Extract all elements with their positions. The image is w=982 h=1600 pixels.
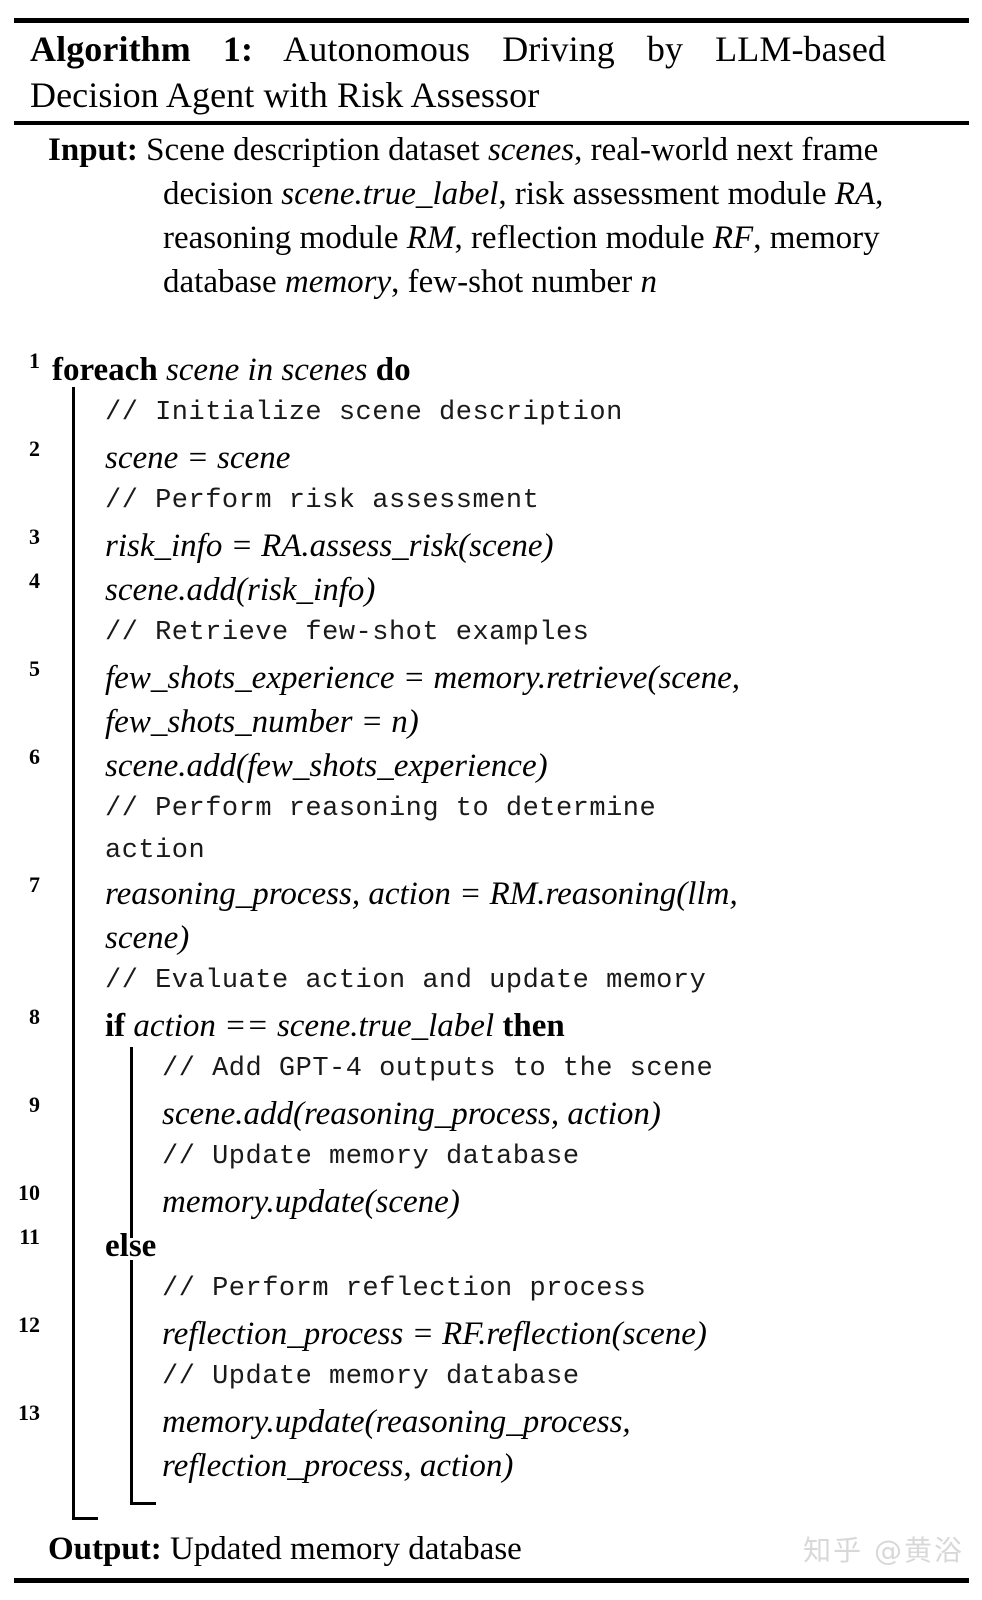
bottom-rule: [14, 1578, 969, 1583]
header-divider-rule: [14, 121, 969, 125]
comment-8: // Perform reflection process: [0, 1268, 982, 1312]
top-rule: [14, 18, 969, 23]
output-block: Output: Updated memory database: [48, 1527, 928, 1571]
line-number: 4: [29, 568, 40, 593]
keyword-else: else: [105, 1228, 157, 1264]
line-number: 3: [29, 524, 40, 549]
line-code: memory.update(reasoning_process,: [162, 1404, 631, 1440]
line-number: 5: [29, 656, 40, 681]
keyword-do: do: [375, 352, 411, 388]
keyword-foreach: foreach: [52, 352, 158, 388]
input-var-scenes: scenes: [487, 132, 575, 168]
line-code: foreach scene in scenes do: [0, 348, 982, 392]
input-var-rf: RF: [712, 220, 754, 256]
line-6: 6 scene.add(few_shots_experience): [0, 744, 982, 788]
line1-mid: scene in scenes: [157, 352, 376, 388]
input-var-n: n: [640, 264, 657, 300]
line-code: scene.add(risk_info): [105, 572, 376, 608]
comment-text: // Update memory database: [162, 1142, 580, 1172]
output-label: Output:: [48, 1531, 162, 1567]
comment-text: // Initialize scene description: [105, 398, 623, 428]
input-var-ra: RA: [834, 176, 876, 212]
line-10: 10 memory.update(scene): [0, 1180, 982, 1224]
line-2: 2 scene = scene: [0, 436, 982, 480]
comment-9: // Update memory database: [0, 1356, 982, 1400]
line8-mid: action == scene.true_label: [125, 1008, 503, 1044]
comment-text: // Add GPT-4 outputs to the scene: [162, 1054, 714, 1084]
line-12: 12 reflection_process = RF.reflection(sc…: [0, 1312, 982, 1356]
line-number: 13: [18, 1400, 40, 1425]
line-11: 11 else: [0, 1224, 982, 1268]
output-text: Updated memory database: [161, 1531, 522, 1567]
line-3: 3 risk_info = RA.assess_risk(scene): [0, 524, 982, 568]
line-13: 13 memory.update(reasoning_process, refl…: [0, 1400, 982, 1488]
input-label: Input:: [48, 132, 138, 168]
algorithm-block: Algorithm 1: Autonomous Driving by LLM-b…: [0, 0, 982, 1600]
line-number: 8: [29, 1004, 40, 1029]
line-number: 7: [29, 872, 40, 897]
input-block: Input: Scene description dataset scenes,…: [48, 128, 982, 304]
comment-text: // Perform reflection process: [162, 1274, 647, 1304]
line-code: reflection_process = RF.reflection(scene…: [162, 1316, 707, 1352]
comment-7: // Update memory database: [0, 1136, 982, 1180]
line-code: risk_info = RA.assess_risk(scene): [105, 528, 554, 564]
algorithm-title: Algorithm 1: Autonomous Driving by LLM-b…: [30, 26, 886, 118]
comment-4: // Perform reasoning to determine action: [0, 788, 982, 872]
line-code: else: [0, 1224, 982, 1268]
line-code-continuation: few_shots_number = n): [105, 704, 419, 740]
comment-text: // Perform reasoning to determine: [105, 794, 657, 824]
input-var-memory: memory: [284, 264, 392, 300]
comment-text: // Retrieve few-shot examples: [105, 618, 590, 648]
line-code: few_shots_experience = memory.retrieve(s…: [105, 660, 740, 696]
input-text-5: , reflection module: [454, 220, 713, 256]
input-text-1: Scene description dataset: [137, 132, 488, 168]
line-code: scene.add(reasoning_process, action): [162, 1096, 661, 1132]
line-7: 7 reasoning_process, action = RM.reasoni…: [0, 872, 982, 960]
comment-2: // Perform risk assessment: [0, 480, 982, 524]
line-code-continuation: scene): [105, 920, 190, 956]
line-number: 1: [29, 348, 40, 373]
line-code: scene.add(few_shots_experience): [105, 748, 548, 784]
line-1: 1 foreach scene in scenes do: [0, 348, 982, 392]
algorithm-title-prefix: Algorithm 1:: [30, 29, 254, 69]
foreach-block-foot: [72, 1517, 98, 1520]
line-code: reasoning_process, action = RM.reasoning…: [105, 876, 738, 912]
comment-text-continuation: action: [105, 836, 206, 866]
keyword-then: then: [502, 1008, 565, 1044]
comment-6: // Add GPT-4 outputs to the scene: [0, 1048, 982, 1092]
line-number: 10: [18, 1180, 40, 1205]
input-text-7: , few-shot number: [391, 264, 641, 300]
comment-text: // Update memory database: [162, 1362, 580, 1392]
comment-1: // Initialize scene description: [0, 392, 982, 436]
line-number: 2: [29, 436, 40, 461]
line-5: 5 few_shots_experience = memory.retrieve…: [0, 656, 982, 744]
input-var-rm: RM: [406, 220, 455, 256]
line-number: 11: [19, 1224, 40, 1249]
input-text-3: , risk assessment module: [498, 176, 835, 212]
input-var-true-label: scene.true_label: [281, 176, 499, 212]
watermark: 知乎 @黄浴: [803, 1534, 964, 1567]
line-number: 12: [18, 1312, 40, 1337]
line-number: 6: [29, 744, 40, 769]
algorithm-body: 1 foreach scene in scenes do // Initiali…: [0, 348, 982, 1488]
comment-text: // Evaluate action and update memory: [105, 966, 707, 996]
keyword-if: if: [105, 1008, 126, 1044]
line-9: 9 scene.add(reasoning_process, action): [0, 1092, 982, 1136]
comment-3: // Retrieve few-shot examples: [0, 612, 982, 656]
line-number: 9: [29, 1092, 40, 1117]
line-4: 4 scene.add(risk_info): [0, 568, 982, 612]
comment-text: // Perform risk assessment: [105, 486, 540, 516]
else-block-foot: [130, 1502, 156, 1505]
comment-5: // Evaluate action and update memory: [0, 960, 982, 1004]
line-code: scene = scene: [105, 440, 291, 476]
line-8: 8 if action == scene.true_label then: [0, 1004, 982, 1048]
line-code-continuation: reflection_process, action): [162, 1448, 514, 1484]
line-code: memory.update(scene): [162, 1184, 460, 1220]
line-code: if action == scene.true_label then: [0, 1004, 982, 1048]
